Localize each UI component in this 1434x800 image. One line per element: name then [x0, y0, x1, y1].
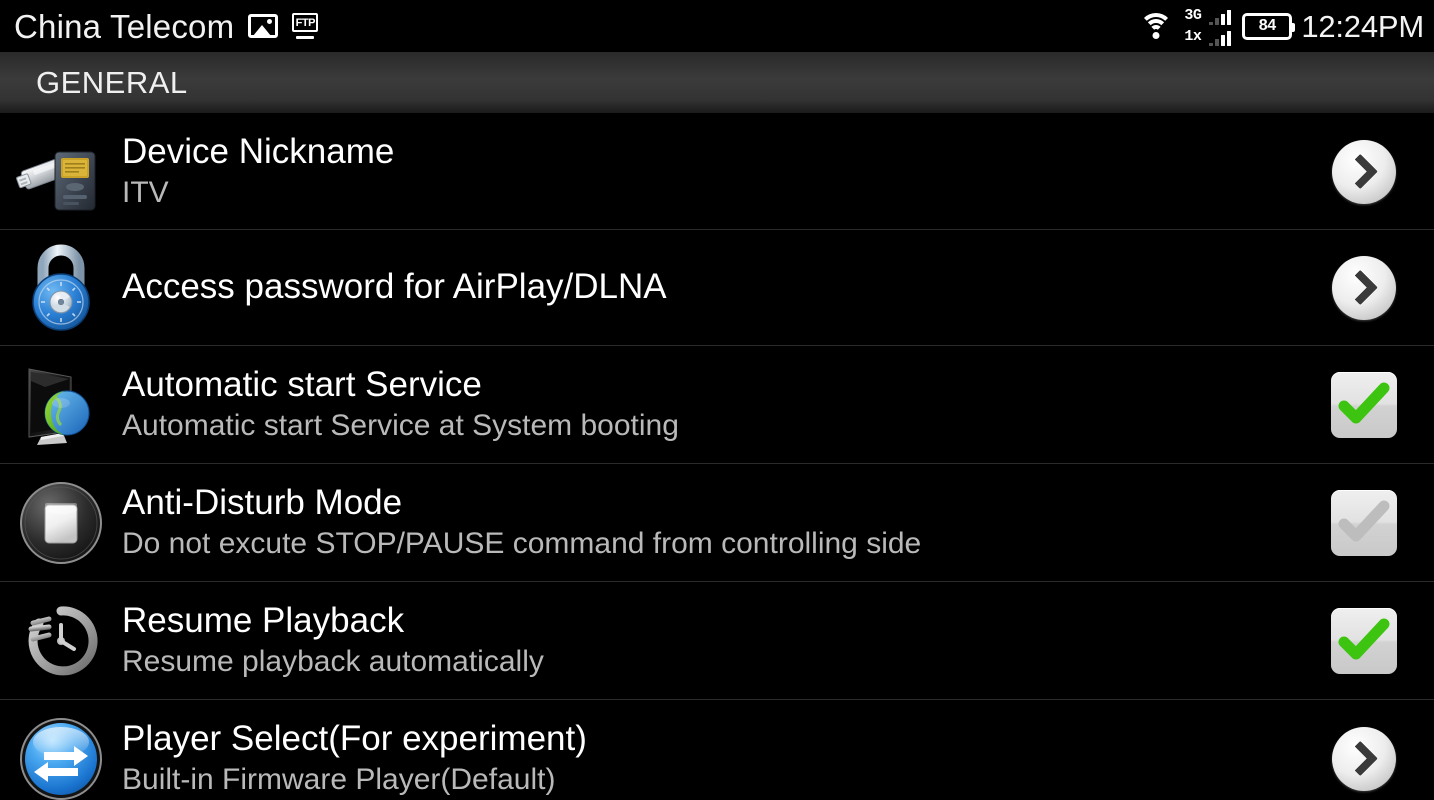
gallery-icon — [248, 14, 279, 38]
list-item-title: Automatic start Service — [122, 365, 482, 405]
chevron-right-icon[interactable] — [1332, 726, 1396, 791]
carrier-label: China Telecom — [14, 7, 235, 45]
list-item-text: Anti-Disturb Mode Do not excute STOP/PAU… — [122, 483, 1316, 561]
list-item-subtitle: Automatic start Service at System bootin… — [122, 409, 679, 443]
network-type-3g-label: 3G — [1184, 7, 1202, 24]
player-swap-icon — [18, 716, 104, 800]
list-item-anti-disturb-mode[interactable]: Anti-Disturb Mode Do not excute STOP/PAU… — [0, 464, 1434, 582]
usb-device-icon — [15, 132, 107, 212]
network-type-1x-label: 1x — [1184, 28, 1202, 45]
list-item-title: Anti-Disturb Mode — [122, 483, 403, 523]
padlock-icon — [19, 242, 103, 334]
list-item-icon-container — [0, 230, 122, 345]
list-item-subtitle: ITV — [122, 176, 169, 210]
clock-label: 12:24PM — [1301, 8, 1424, 44]
list-item-accessory[interactable] — [1316, 255, 1412, 320]
checkbox-checked[interactable] — [1331, 371, 1397, 438]
list-item-title: Device Nickname — [122, 132, 395, 172]
checkbox-checked[interactable] — [1331, 607, 1397, 674]
list-item-icon-container — [0, 114, 122, 229]
signal-bars-3g — [1209, 9, 1232, 25]
list-item-accessory[interactable] — [1316, 371, 1412, 438]
signal-row-3g: 3G — [1184, 7, 1232, 25]
status-bar: China Telecom FTP 3G 1x 84 12:24PM — [0, 0, 1434, 52]
list-item-icon-container — [0, 464, 122, 581]
monitor-globe-icon — [15, 363, 107, 447]
list-item-title: Player Select(For experiment) — [122, 719, 587, 759]
list-item-accessory[interactable] — [1316, 726, 1412, 791]
ftp-icon-stand — [296, 36, 315, 39]
battery-icon: 84 — [1242, 12, 1296, 40]
wifi-icon — [1139, 13, 1174, 39]
signal-bars-1x — [1209, 30, 1232, 46]
list-item-resume-playback[interactable]: Resume Playback Resume playback automati… — [0, 582, 1434, 700]
list-item-text: Access password for AirPlay/DLNA — [122, 267, 1316, 307]
ftp-icon-label: FTP — [292, 13, 319, 32]
stop-circle-icon — [19, 481, 103, 565]
list-item-title: Resume Playback — [122, 601, 405, 641]
list-item-accessory[interactable] — [1316, 139, 1412, 204]
list-item-icon-container — [0, 700, 122, 800]
resume-clock-icon — [19, 599, 103, 683]
chevron-right-icon[interactable] — [1332, 255, 1396, 320]
cellular-signal-icon: 3G 1x — [1182, 4, 1233, 48]
status-bar-left: China Telecom FTP — [14, 10, 1139, 43]
android-settings-screen: China Telecom FTP 3G 1x 84 12:24PM GENER… — [0, 0, 1434, 800]
section-header-label: GENERAL — [36, 65, 188, 100]
list-item-device-nickname[interactable]: Device Nickname ITV — [0, 114, 1434, 230]
checkbox-unchecked[interactable] — [1331, 489, 1397, 556]
list-item-text: Device Nickname ITV — [122, 132, 1316, 210]
list-item-subtitle: Resume playback automatically — [122, 645, 544, 679]
list-item-title: Access password for AirPlay/DLNA — [122, 267, 667, 307]
list-item-accessory[interactable] — [1316, 489, 1412, 556]
list-item-text: Player Select(For experiment) Built-in F… — [122, 719, 1316, 797]
list-item-player-select[interactable]: Player Select(For experiment) Built-in F… — [0, 700, 1434, 800]
list-item-subtitle: Built-in Firmware Player(Default) — [122, 763, 556, 797]
signal-row-1x: 1x — [1184, 28, 1232, 46]
settings-list: Device Nickname ITV Access password for … — [0, 114, 1434, 800]
list-item-accessory[interactable] — [1316, 607, 1412, 674]
section-header-general: GENERAL — [0, 52, 1434, 114]
list-item-access-password[interactable]: Access password for AirPlay/DLNA — [0, 230, 1434, 346]
chevron-right-icon[interactable] — [1332, 139, 1396, 204]
list-item-text: Resume Playback Resume playback automati… — [122, 601, 1316, 679]
status-bar-right: 3G 1x 84 12:24PM — [1139, 4, 1424, 48]
ftp-icon: FTP — [292, 13, 319, 39]
list-item-icon-container — [0, 582, 122, 699]
battery-level-label: 84 — [1258, 17, 1277, 34]
list-item-icon-container — [0, 346, 122, 463]
list-item-text: Automatic start Service Automatic start … — [122, 365, 1316, 443]
list-item-automatic-start-service[interactable]: Automatic start Service Automatic start … — [0, 346, 1434, 464]
list-item-subtitle: Do not excute STOP/PAUSE command from co… — [122, 527, 922, 561]
